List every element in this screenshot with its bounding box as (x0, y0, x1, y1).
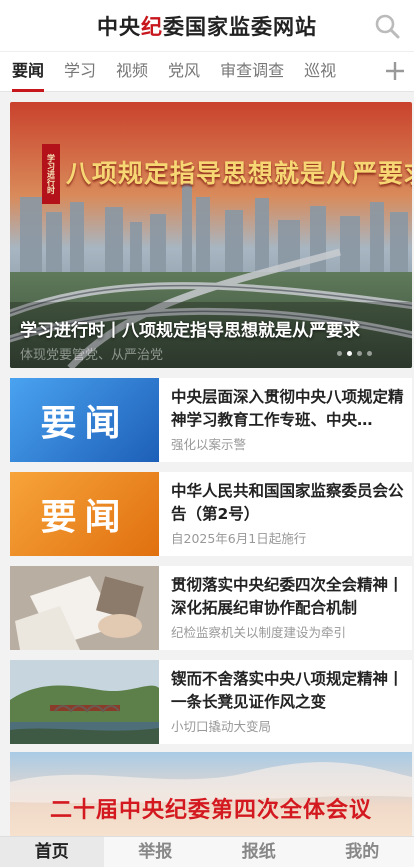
app-header: 中央纪委国家监委网站 (0, 0, 414, 52)
bottom-navigation: 首页 举报 报纸 我的 (0, 836, 414, 867)
tab-dangfeng[interactable]: 党风 (168, 52, 200, 92)
tab-yaowen[interactable]: 要闻 (12, 52, 45, 92)
news-item[interactable]: 要闻 中华人民共和国国家监察委员会公告（第2号） 自2025年6月1日起施行 (10, 472, 412, 556)
headline-carousel[interactable]: 学习进行时 八项规定指导思想就是从严要求 学习进行时丨八项规定指导思想就是从严要… (10, 102, 412, 368)
news-subtitle: 纪检监察机关以制度建设为牵引 (171, 625, 347, 640)
news-thumbnail (10, 566, 159, 650)
news-item[interactable]: 要闻 中央层面深入贯彻中央八项规定精神学习教育工作专班、中央… 强化以案示警 (10, 378, 412, 462)
banner-caption[interactable]: 学习进行时丨八项规定指导思想就是从严要求 (20, 316, 360, 341)
news-subtitle: 小切口撬动大变局 (171, 719, 272, 734)
nav-newspaper[interactable]: 报纸 (207, 837, 311, 867)
news-thumbnail: 要闻 (10, 378, 159, 462)
news-item[interactable]: 贯彻落实中央纪委四次全会精神丨深化拓展纪审协作配合机制 纪检监察机关以制度建设为… (10, 566, 412, 650)
documents-photo (10, 566, 159, 650)
carousel-dot-active (347, 351, 352, 356)
news-title: 中央层面深入贯彻中央八项规定精神学习教育工作专班、中央… (171, 388, 404, 429)
news-subtitle: 自2025年6月1日起施行 (171, 531, 307, 546)
category-tabs: 要闻 学习 视频 党风 审查调查 巡视 (0, 52, 414, 92)
news-item[interactable]: 锲而不舍落实中央八项规定精神丨一条长凳见证作风之变 小切口撬动大变局 (10, 660, 412, 744)
search-icon[interactable] (374, 13, 400, 39)
meeting-banner[interactable]: 二十届中央纪委第四次全体会议 (10, 752, 412, 842)
tab-xunshi[interactable]: 巡视 (304, 52, 336, 92)
site-title: 中央纪委国家监委网站 (97, 13, 317, 39)
tab-shenchadiaocha[interactable]: 审查调查 (220, 52, 284, 92)
carousel-dot (367, 351, 372, 356)
meeting-title: 二十届中央纪委第四次全体会议 (49, 797, 372, 823)
news-subtitle: 强化以案示警 (171, 437, 247, 452)
news-thumbnail: 要闻 (10, 472, 159, 556)
news-title: 贯彻落实中央纪委四次全会精神丨深化拓展纪审协作配合机制 (171, 576, 404, 617)
banner-subtitle: 体现党要管党、从严治党 (20, 348, 164, 363)
news-title: 中华人民共和国国家监察委员会公告（第2号） (171, 482, 404, 523)
yaowen-thumb-text: 要闻 (40, 496, 129, 538)
tab-shipin[interactable]: 视频 (116, 52, 148, 92)
nav-report[interactable]: 举报 (104, 837, 208, 867)
carousel-dot (337, 351, 342, 356)
carousel-dot (357, 351, 362, 356)
news-thumbnail (10, 660, 159, 744)
nav-mine[interactable]: 我的 (311, 837, 414, 867)
bridge-landscape-photo (10, 660, 159, 744)
banner-headline: 八项规定指导思想就是从严要求 (66, 159, 412, 188)
tab-xuexi[interactable]: 学习 (64, 52, 96, 92)
series-tag: 学习进行时 (42, 144, 60, 204)
add-tab-icon[interactable] (384, 60, 406, 82)
nav-home[interactable]: 首页 (0, 837, 104, 867)
carousel-indicator (337, 351, 372, 356)
yaowen-thumb-text: 要闻 (40, 402, 129, 444)
news-title: 锲而不舍落实中央八项规定精神丨一条长凳见证作风之变 (171, 670, 404, 711)
